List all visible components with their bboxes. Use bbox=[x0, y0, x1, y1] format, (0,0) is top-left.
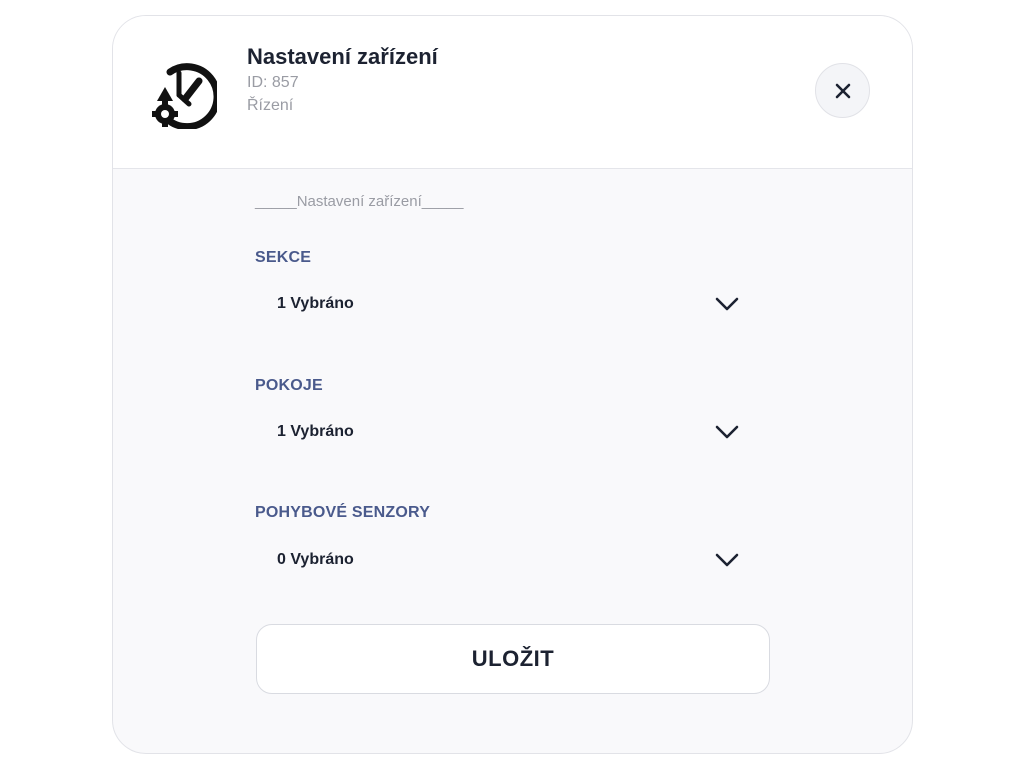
field-pohybove-senzory: POHYBOVÉ SENZORY 0 Vybráno bbox=[255, 493, 771, 621]
device-id: ID: 857 bbox=[247, 74, 299, 91]
sekce-select[interactable]: 1 Vybráno bbox=[255, 283, 771, 327]
save-button[interactable]: ULOŽIT bbox=[256, 624, 770, 694]
section-heading: _____Nastavení zařízení_____ bbox=[255, 193, 464, 210]
pokoje-select-value: 1 Vybráno bbox=[277, 423, 354, 440]
pohybove-senzory-select[interactable]: 0 Vybráno bbox=[255, 539, 771, 583]
field-sekce: SEKCE 1 Vybráno bbox=[255, 237, 771, 365]
chevron-down-icon bbox=[715, 297, 739, 311]
field-label-sekce: SEKCE bbox=[255, 249, 312, 266]
device-settings-modal: Nastavení zařízení ID: 857 Řízení _____N… bbox=[112, 15, 913, 754]
chevron-down-icon bbox=[715, 425, 739, 439]
pokoje-select[interactable]: 1 Vybráno bbox=[255, 411, 771, 455]
close-icon bbox=[835, 83, 850, 98]
pohybove-senzory-select-value: 0 Vybráno bbox=[277, 551, 354, 568]
header-text: Nastavení zařízení ID: 857 Řízení bbox=[247, 43, 438, 117]
device-category: Řízení bbox=[247, 97, 294, 114]
sekce-select-value: 1 Vybráno bbox=[277, 295, 354, 312]
modal-title: Nastavení zařízení bbox=[247, 44, 438, 69]
field-label-pokoje: POKOJE bbox=[255, 377, 323, 394]
field-label-pohybove-senzory: POHYBOVÉ SENZORY bbox=[255, 504, 431, 521]
settings-form: _____Nastavení zařízení_____ SEKCE 1 Vyb… bbox=[255, 191, 771, 621]
chevron-down-icon bbox=[715, 553, 739, 567]
modal-header: Nastavení zařízení ID: 857 Řízení bbox=[113, 16, 912, 169]
clock-gear-icon bbox=[147, 59, 221, 131]
close-button[interactable] bbox=[815, 63, 870, 118]
field-pokoje: POKOJE 1 Vybráno bbox=[255, 365, 771, 493]
